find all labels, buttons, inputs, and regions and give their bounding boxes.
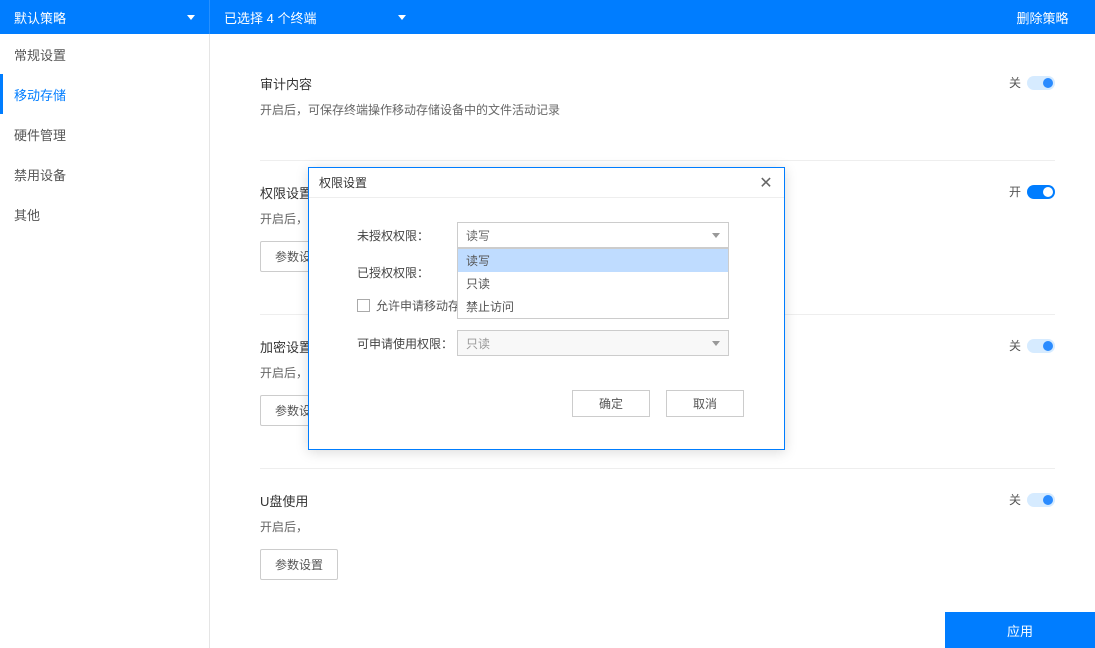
dropdown-item-readonly[interactable]: 只读 bbox=[458, 272, 728, 295]
caret-down-icon bbox=[187, 15, 195, 20]
modal-body: 未授权权限： 读写 读写 只读 禁止访问 已授权权限： 允许申请移动存储使用审批… bbox=[309, 198, 784, 356]
modal-close-button[interactable]: ✕ bbox=[758, 175, 774, 191]
cancel-button[interactable]: 取消 bbox=[666, 390, 744, 417]
toggle-label: 关 bbox=[1009, 74, 1021, 91]
close-icon: ✕ bbox=[759, 173, 772, 193]
caret-down-icon bbox=[398, 15, 406, 20]
form-row-unauthorized: 未授权权限： 读写 读写 只读 禁止访问 bbox=[357, 222, 744, 248]
section-title: 权限设置 bbox=[260, 183, 312, 202]
toggle-label: 关 bbox=[1009, 491, 1021, 508]
dropdown-list: 读写 只读 禁止访问 bbox=[457, 248, 729, 319]
section-desc: 开启后，可保存终端操作移动存储设备中的文件活动记录 bbox=[260, 101, 1055, 118]
toggle-wrap: 关 bbox=[1009, 74, 1055, 91]
section-audit: 审计内容 关 开启后，可保存终端操作移动存储设备中的文件活动记录 bbox=[260, 74, 1055, 118]
delete-policy-label: 删除策略 bbox=[1016, 8, 1068, 27]
unauthorized-select[interactable]: 读写 读写 只读 禁止访问 bbox=[457, 222, 729, 248]
applicable-select[interactable]: 只读 bbox=[457, 330, 729, 356]
dropdown-item-deny[interactable]: 禁止访问 bbox=[458, 295, 728, 318]
divider bbox=[260, 468, 1055, 469]
toggle-label: 开 bbox=[1009, 183, 1021, 200]
terminal-dropdown-label: 已选择 4 个终端 bbox=[224, 8, 316, 27]
modal-footer: 确定 取消 bbox=[309, 372, 784, 417]
footer: 应用 bbox=[210, 612, 1095, 648]
section-title: 加密设置 bbox=[260, 337, 312, 356]
divider bbox=[260, 160, 1055, 161]
header-spacer bbox=[420, 0, 990, 34]
form-label: 已授权权限： bbox=[357, 264, 457, 281]
ok-button[interactable]: 确定 bbox=[572, 390, 650, 417]
sidebar-item-hardware[interactable]: 硬件管理 bbox=[0, 114, 209, 154]
sidebar-item-label: 硬件管理 bbox=[14, 125, 66, 144]
sidebar-item-label: 禁用设备 bbox=[14, 165, 66, 184]
section-desc: 开启后， bbox=[260, 518, 1055, 535]
sidebar-item-label: 移动存储 bbox=[14, 85, 66, 104]
param-settings-button[interactable]: 参数设置 bbox=[260, 549, 338, 580]
sidebar-item-label: 常规设置 bbox=[14, 45, 66, 64]
sidebar-item-removable-storage[interactable]: 移动存储 bbox=[0, 74, 209, 114]
toggle-label: 关 bbox=[1009, 337, 1021, 354]
select-value: 只读 bbox=[466, 335, 490, 352]
sidebar-item-other[interactable]: 其他 bbox=[0, 194, 209, 234]
sidebar-item-general[interactable]: 常规设置 bbox=[0, 34, 209, 74]
policy-dropdown-label: 默认策略 bbox=[14, 8, 66, 27]
permission-settings-modal: 权限设置 ✕ 未授权权限： 读写 读写 只读 禁止访问 已授权权限： 允许申请移… bbox=[308, 167, 785, 450]
modal-header: 权限设置 ✕ bbox=[309, 168, 784, 198]
sidebar-item-disable-device[interactable]: 禁用设备 bbox=[0, 154, 209, 194]
apply-button[interactable]: 应用 bbox=[945, 612, 1095, 648]
encrypt-toggle[interactable] bbox=[1027, 339, 1055, 353]
delete-policy-button[interactable]: 删除策略 bbox=[990, 0, 1095, 34]
section-title: 审计内容 bbox=[260, 74, 312, 93]
chevron-down-icon bbox=[712, 341, 720, 346]
select-value: 读写 bbox=[466, 227, 490, 244]
terminal-dropdown[interactable]: 已选择 4 个终端 bbox=[210, 0, 420, 34]
audit-toggle[interactable] bbox=[1027, 76, 1055, 90]
form-row-applicable: 可申请使用权限： 只读 bbox=[357, 330, 744, 356]
sidebar: 常规设置 移动存储 硬件管理 禁用设备 其他 bbox=[0, 34, 210, 648]
section-title: U盘使用 bbox=[260, 491, 308, 510]
usb-toggle[interactable] bbox=[1027, 493, 1055, 507]
form-label: 未授权权限： bbox=[357, 227, 457, 244]
top-header: 默认策略 已选择 4 个终端 删除策略 bbox=[0, 0, 1095, 34]
sidebar-item-label: 其他 bbox=[14, 205, 40, 224]
section-usb: U盘使用 关 开启后， 参数设置 bbox=[260, 491, 1055, 580]
form-label: 可申请使用权限： bbox=[357, 335, 457, 352]
dropdown-item-readwrite[interactable]: 读写 bbox=[458, 249, 728, 272]
permission-toggle[interactable] bbox=[1027, 185, 1055, 199]
approval-checkbox[interactable] bbox=[357, 299, 370, 312]
policy-dropdown[interactable]: 默认策略 bbox=[0, 0, 210, 34]
modal-title: 权限设置 bbox=[319, 174, 367, 191]
chevron-down-icon bbox=[712, 233, 720, 238]
